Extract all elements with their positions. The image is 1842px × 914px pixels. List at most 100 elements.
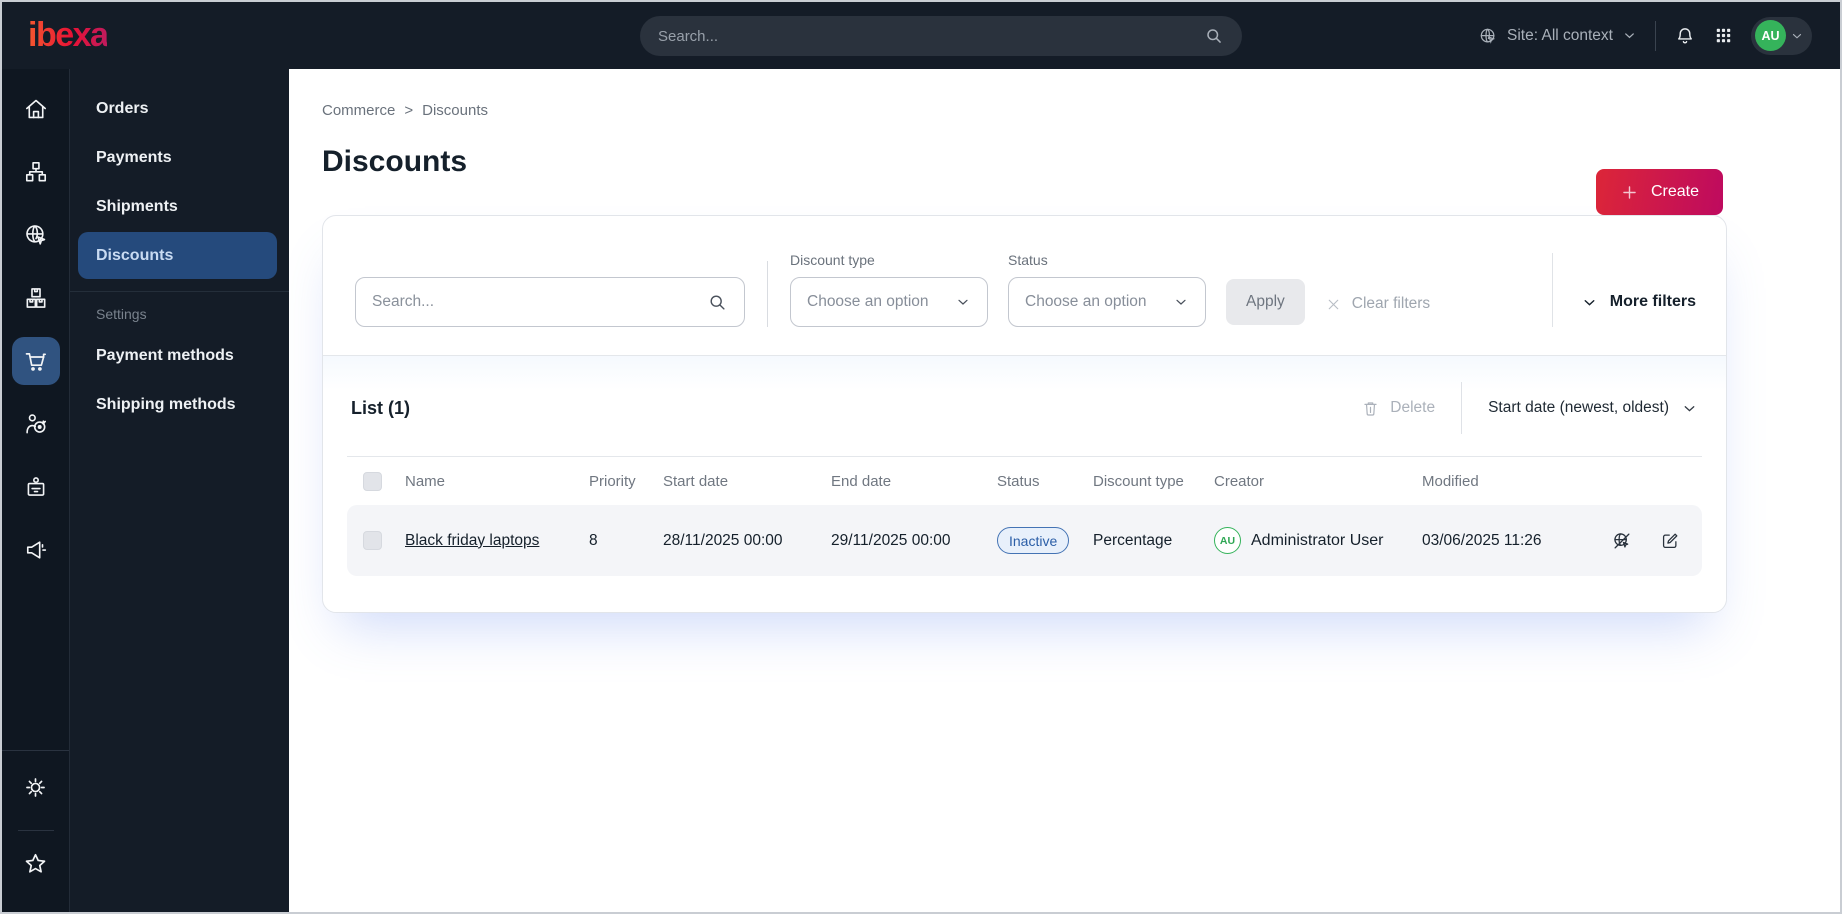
edit-icon[interactable] bbox=[1659, 530, 1681, 552]
apps-grid-icon[interactable] bbox=[1714, 26, 1733, 45]
creator-avatar: AU bbox=[1214, 527, 1241, 554]
discount-type-label: Discount type bbox=[790, 252, 875, 268]
column-header-end-date: End date bbox=[831, 472, 892, 490]
members-badge-icon[interactable] bbox=[12, 463, 60, 511]
list-section: List (1) Delete Start date (newest, olde… bbox=[323, 356, 1726, 612]
search-icon[interactable] bbox=[707, 292, 728, 313]
customers-target-icon[interactable] bbox=[12, 400, 60, 448]
main-content: Commerce > Discounts Create Discounts Se… bbox=[289, 69, 1840, 912]
breadcrumb-commerce[interactable]: Commerce bbox=[322, 102, 395, 119]
bookmarks-star-icon[interactable] bbox=[12, 839, 60, 887]
list-header-divider bbox=[1461, 382, 1463, 434]
clear-filters-label: Clear filters bbox=[1351, 295, 1431, 312]
filter-search-input[interactable] bbox=[372, 293, 707, 311]
creator-name: Administrator User bbox=[1251, 531, 1384, 549]
menu-item-payment-methods[interactable]: Payment methods bbox=[78, 332, 277, 379]
more-filters-button[interactable]: More filters bbox=[1581, 293, 1696, 311]
topbar-divider bbox=[1655, 20, 1656, 51]
menu-divider bbox=[70, 291, 289, 292]
column-header-creator: Creator bbox=[1214, 472, 1265, 490]
cell-priority: 8 bbox=[589, 531, 598, 549]
menu-item-shipping-methods[interactable]: Shipping methods bbox=[78, 381, 277, 428]
app-window: ibexa Site: All context bbox=[0, 0, 1842, 914]
more-filters-label: More filters bbox=[1609, 293, 1696, 310]
status-label: Status bbox=[1008, 252, 1048, 268]
chevron-down-icon bbox=[1681, 400, 1698, 417]
content-tree-icon[interactable] bbox=[12, 148, 60, 196]
global-search[interactable] bbox=[640, 16, 1242, 56]
breadcrumb-separator: > bbox=[404, 102, 414, 119]
filter-divider bbox=[1551, 253, 1553, 327]
list-header: List (1) Delete Start date (newest, olde… bbox=[347, 382, 1702, 434]
page-title: Discounts bbox=[322, 145, 468, 178]
chevron-down-icon bbox=[955, 294, 971, 310]
status-filter: Status Choose an option bbox=[1008, 252, 1206, 327]
discount-type-filter: Discount type Choose an option bbox=[790, 252, 988, 327]
settings-gear-icon[interactable] bbox=[12, 763, 60, 811]
site-context-label: Site: All context bbox=[1507, 26, 1613, 44]
cell-end-date: 29/11/2025 00:00 bbox=[831, 531, 951, 549]
products-boxes-icon[interactable] bbox=[12, 274, 60, 322]
globe-icon bbox=[1478, 26, 1498, 46]
clear-filters-button[interactable]: Clear filters bbox=[1325, 295, 1430, 313]
column-header-modified: Modified bbox=[1422, 472, 1479, 490]
commerce-menu-panel: Orders Payments Shipments Discounts Sett… bbox=[69, 69, 289, 912]
column-header-name: Name bbox=[405, 472, 446, 490]
menu-item-payments[interactable]: Payments bbox=[78, 134, 277, 181]
column-header-status: Status bbox=[997, 472, 1040, 490]
breadcrumb: Commerce > Discounts bbox=[322, 102, 1727, 119]
chevron-down-icon bbox=[1581, 294, 1598, 311]
sort-selector[interactable]: Start date (newest, oldest) bbox=[1488, 399, 1698, 417]
discounts-card: Discount type Choose an option Status bbox=[322, 215, 1727, 613]
discount-type-value: Choose an option bbox=[807, 293, 929, 310]
preview-disabled-icon[interactable] bbox=[1611, 530, 1633, 552]
filter-search[interactable] bbox=[355, 277, 745, 327]
discount-name-link[interactable]: Black friday laptops bbox=[405, 532, 539, 549]
discount-type-select[interactable]: Choose an option bbox=[790, 277, 988, 327]
search-icon[interactable] bbox=[1204, 26, 1224, 46]
site-context-selector[interactable]: Site: All context bbox=[1478, 26, 1637, 46]
create-button[interactable]: Create bbox=[1595, 169, 1723, 215]
list-title: List (1) bbox=[351, 397, 411, 418]
filter-divider bbox=[767, 261, 768, 327]
rail-bottom bbox=[2, 750, 69, 912]
menu-item-orders[interactable]: Orders bbox=[78, 85, 277, 132]
status-value: Choose an option bbox=[1025, 293, 1147, 310]
cell-start-date: 28/11/2025 00:00 bbox=[663, 531, 783, 549]
chevron-down-icon bbox=[1622, 28, 1637, 43]
row-checkbox[interactable] bbox=[363, 531, 382, 550]
menu-item-shipments[interactable]: Shipments bbox=[78, 183, 277, 230]
user-menu[interactable]: AU bbox=[1751, 16, 1812, 55]
global-search-input[interactable] bbox=[658, 27, 1204, 45]
rail-divider bbox=[2, 750, 69, 751]
close-icon bbox=[1325, 296, 1342, 313]
status-select[interactable]: Choose an option bbox=[1008, 277, 1206, 327]
apply-button[interactable]: Apply bbox=[1226, 279, 1305, 325]
delete-label: Delete bbox=[1390, 399, 1436, 416]
column-header-start-date: Start date bbox=[663, 472, 729, 490]
table-header-row: Name Priority Start date End date Status… bbox=[347, 457, 1702, 505]
icon-rail bbox=[2, 69, 69, 912]
ibexa-logo[interactable]: ibexa bbox=[28, 16, 109, 55]
plus-icon bbox=[1620, 183, 1639, 202]
sort-label: Start date (newest, oldest) bbox=[1488, 399, 1669, 416]
trash-icon bbox=[1361, 399, 1380, 418]
avatar: AU bbox=[1755, 20, 1786, 51]
select-all-checkbox[interactable] bbox=[363, 471, 382, 491]
home-icon[interactable] bbox=[12, 85, 60, 133]
cell-modified: 03/06/2025 11:26 bbox=[1422, 531, 1542, 549]
marketing-megaphone-icon[interactable] bbox=[12, 526, 60, 574]
filters-bar: Discount type Choose an option Status bbox=[323, 216, 1726, 355]
table-row: Black friday laptops 8 28/11/2025 00:00 … bbox=[347, 505, 1702, 576]
delete-button[interactable]: Delete bbox=[1361, 399, 1435, 418]
cell-discount-type: Percentage bbox=[1093, 531, 1173, 549]
topbar: ibexa Site: All context bbox=[2, 2, 1840, 69]
chevron-down-icon bbox=[1173, 294, 1189, 310]
menu-item-discounts[interactable]: Discounts bbox=[78, 232, 277, 279]
site-globe-icon[interactable] bbox=[12, 211, 60, 259]
column-header-priority: Priority bbox=[589, 472, 636, 490]
create-button-label: Create bbox=[1650, 183, 1699, 200]
column-header-discount-type: Discount type bbox=[1093, 472, 1184, 490]
notifications-bell-icon[interactable] bbox=[1674, 25, 1696, 47]
commerce-cart-icon[interactable] bbox=[11, 337, 60, 385]
